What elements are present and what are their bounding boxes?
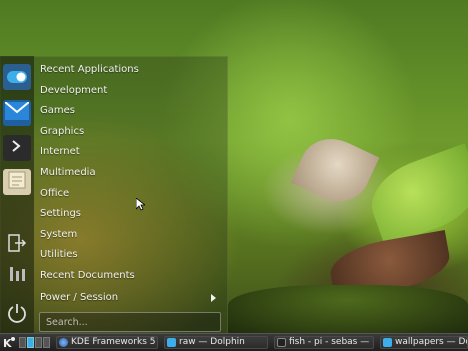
power-session-label: Power / Session xyxy=(40,292,119,303)
taskbar: K KDE Frameworks 5 raw — Dolphin fish - … xyxy=(0,333,468,351)
menu-item-utilities[interactable]: Utilities xyxy=(34,245,224,266)
svg-text:K: K xyxy=(3,337,12,350)
menu-item-office[interactable]: Office xyxy=(34,184,224,205)
notes-button[interactable] xyxy=(3,169,31,195)
folder-icon xyxy=(383,338,392,347)
launcher-search-input[interactable] xyxy=(39,312,221,332)
power-icon xyxy=(6,302,28,328)
mail-icon xyxy=(4,101,30,124)
task-raw-dolphin[interactable]: raw — Dolphin xyxy=(164,336,268,349)
pager-desktop-4[interactable] xyxy=(43,337,50,348)
logout-icon xyxy=(7,233,27,257)
settings-toggle-button[interactable] xyxy=(3,64,31,90)
pager-desktop-2[interactable] xyxy=(27,337,34,348)
terminal-icon xyxy=(277,338,286,347)
launcher-favorites-sidebar xyxy=(0,56,34,338)
launcher-category-list: Recent Applications Development Games Gr… xyxy=(34,60,224,287)
pager-widget[interactable] xyxy=(19,337,51,348)
menu-item-recent-applications[interactable]: Recent Applications xyxy=(34,60,224,81)
pager-desktop-3[interactable] xyxy=(35,337,42,348)
application-launcher: Recent Applications Development Games Gr… xyxy=(0,56,228,338)
task-wallpapers-dolphin[interactable]: wallpapers — Do xyxy=(380,336,468,349)
menu-item-settings[interactable]: Settings xyxy=(34,204,224,225)
task-fish-terminal[interactable]: fish - pi - sebas — xyxy=(274,336,374,349)
mouse-cursor-icon xyxy=(135,196,147,215)
task-kde-frameworks[interactable]: KDE Frameworks 5 xyxy=(56,336,158,349)
tools-button[interactable] xyxy=(3,262,31,288)
settings-toggle-icon xyxy=(7,68,27,87)
menu-item-graphics[interactable]: Graphics xyxy=(34,122,224,143)
chevron-right-icon xyxy=(211,294,216,302)
logout-button[interactable] xyxy=(3,232,31,258)
application-launcher-button[interactable]: K xyxy=(1,335,17,350)
power-session-item[interactable]: Power / Session xyxy=(34,288,224,308)
terminal-button[interactable] xyxy=(3,135,31,161)
menu-item-development[interactable]: Development xyxy=(34,81,224,102)
task-label: KDE Frameworks 5 xyxy=(71,337,156,347)
tools-icon xyxy=(7,263,27,287)
menu-item-system[interactable]: System xyxy=(34,225,224,246)
folder-icon xyxy=(167,338,176,347)
task-label: fish - pi - sebas — xyxy=(289,337,370,347)
terminal-icon xyxy=(7,138,27,158)
task-label: raw — Dolphin xyxy=(179,337,245,347)
notes-icon xyxy=(7,170,27,194)
power-button[interactable] xyxy=(3,302,31,328)
task-label: wallpapers — Do xyxy=(395,337,468,347)
menu-item-recent-documents[interactable]: Recent Documents xyxy=(34,266,224,287)
menu-item-multimedia[interactable]: Multimedia xyxy=(34,163,224,184)
menu-item-games[interactable]: Games xyxy=(34,101,224,122)
wallpaper-dry-leaf xyxy=(290,128,380,212)
kde-logo-icon: K xyxy=(1,335,17,351)
menu-item-internet[interactable]: Internet xyxy=(34,142,224,163)
browser-icon xyxy=(59,338,68,347)
wallpaper-moss xyxy=(228,285,468,335)
pager-desktop-1[interactable] xyxy=(19,337,26,348)
desktop: Recent Applications Development Games Gr… xyxy=(0,0,468,351)
mail-button[interactable] xyxy=(3,100,31,126)
